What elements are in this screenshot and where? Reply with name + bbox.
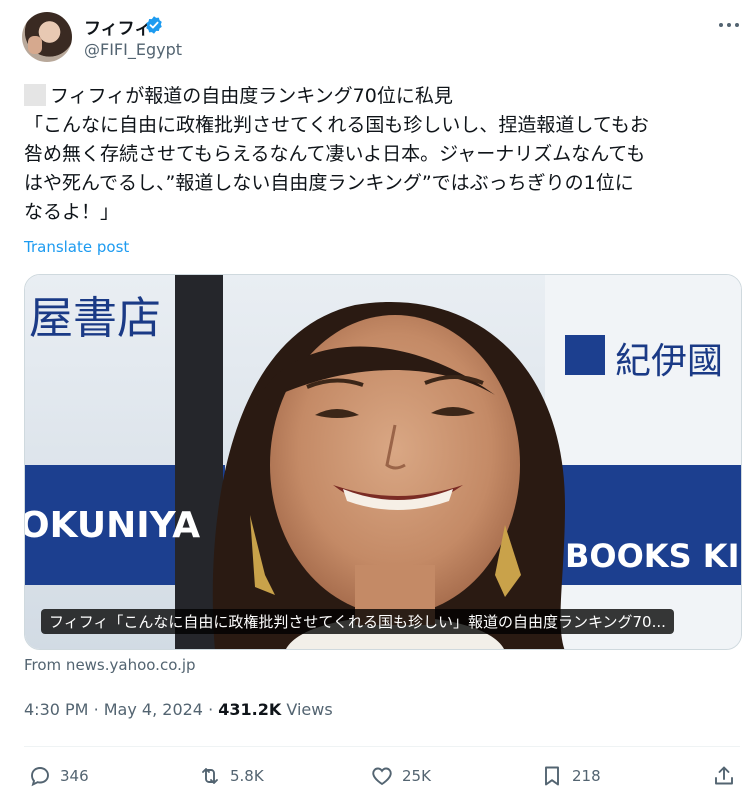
post-header: フィフィ @FIFI_Egypt: [20, 12, 740, 62]
backdrop-text: 屋書店: [29, 293, 161, 344]
divider: [24, 746, 740, 747]
share-button[interactable]: [712, 762, 744, 790]
backdrop-text: BOOKS KINO: [565, 537, 742, 575]
like-icon: [372, 767, 392, 786]
meta-separator: ·: [93, 700, 99, 719]
post-text-line: はや死んでるし、”報道しない自由度ランキング”ではぶっちぎりの1位に: [24, 172, 634, 194]
translate-post-link[interactable]: Translate post: [24, 238, 129, 256]
bookmark-button[interactable]: 218: [540, 762, 601, 790]
more-icon[interactable]: [718, 16, 740, 34]
like-button[interactable]: 25K: [370, 762, 431, 790]
link-card-caption: フィフィ「こんなに自由に政権批判させてくれる国も珍しい」報道の自由度ランキング7…: [41, 609, 674, 634]
backdrop-text: 紀伊國: [615, 341, 723, 382]
reply-button[interactable]: 346: [28, 762, 89, 790]
verified-badge-icon[interactable]: [144, 15, 164, 35]
repost-button[interactable]: 5.8K: [198, 762, 264, 790]
post-meta: 4:30 PM · May 4, 2024 · 431.2K Views: [24, 700, 333, 719]
meta-separator: ·: [208, 700, 214, 719]
post-text-line: なるよ！」: [24, 201, 120, 223]
avatar[interactable]: [22, 12, 72, 62]
author-name[interactable]: フィフィ: [84, 14, 151, 39]
post-text-line: 「こんなに自由に政権批判させてくれる国も珍しいし、捏造報道してもお: [24, 114, 649, 136]
news-photo: 屋書店 OKUNIYA 紀伊國 BOOKS KINO: [25, 275, 742, 649]
action-bar: 346 5.8K 25K 218: [24, 762, 740, 790]
link-source[interactable]: From news.yahoo.co.jp: [24, 656, 196, 674]
bookmark-icon: [545, 766, 559, 786]
post-text-line: 咎め無く存続させてもらえるなんて凄いよ日本。ジャーナリズムなんても: [24, 143, 646, 165]
share-icon: [715, 766, 733, 785]
author-handle[interactable]: @FIFI_Egypt: [84, 40, 182, 59]
like-count: 25K: [402, 767, 431, 785]
post-date[interactable]: May 4, 2024: [104, 700, 203, 719]
views-count: 431.2K: [218, 700, 282, 719]
reply-icon: [31, 767, 49, 787]
white-square-icon: [24, 84, 46, 106]
backdrop-text: OKUNIYA: [25, 505, 200, 546]
views-label: Views: [286, 700, 333, 719]
reply-count: 346: [60, 767, 89, 785]
post-time[interactable]: 4:30 PM: [24, 700, 88, 719]
bookmark-count: 218: [572, 767, 601, 785]
repost-icon: [202, 768, 218, 784]
link-card-image[interactable]: 屋書店 OKUNIYA 紀伊國 BOOKS KINO フィフィ「こんなに自由に政…: [24, 274, 742, 650]
repost-count: 5.8K: [230, 767, 264, 785]
post-text: フィフィが報道の自由度ランキング70位に私見 「こんなに自由に政権批判させてくれ…: [24, 82, 740, 227]
post-text-line: フィフィが報道の自由度ランキング70位に私見: [24, 82, 740, 111]
